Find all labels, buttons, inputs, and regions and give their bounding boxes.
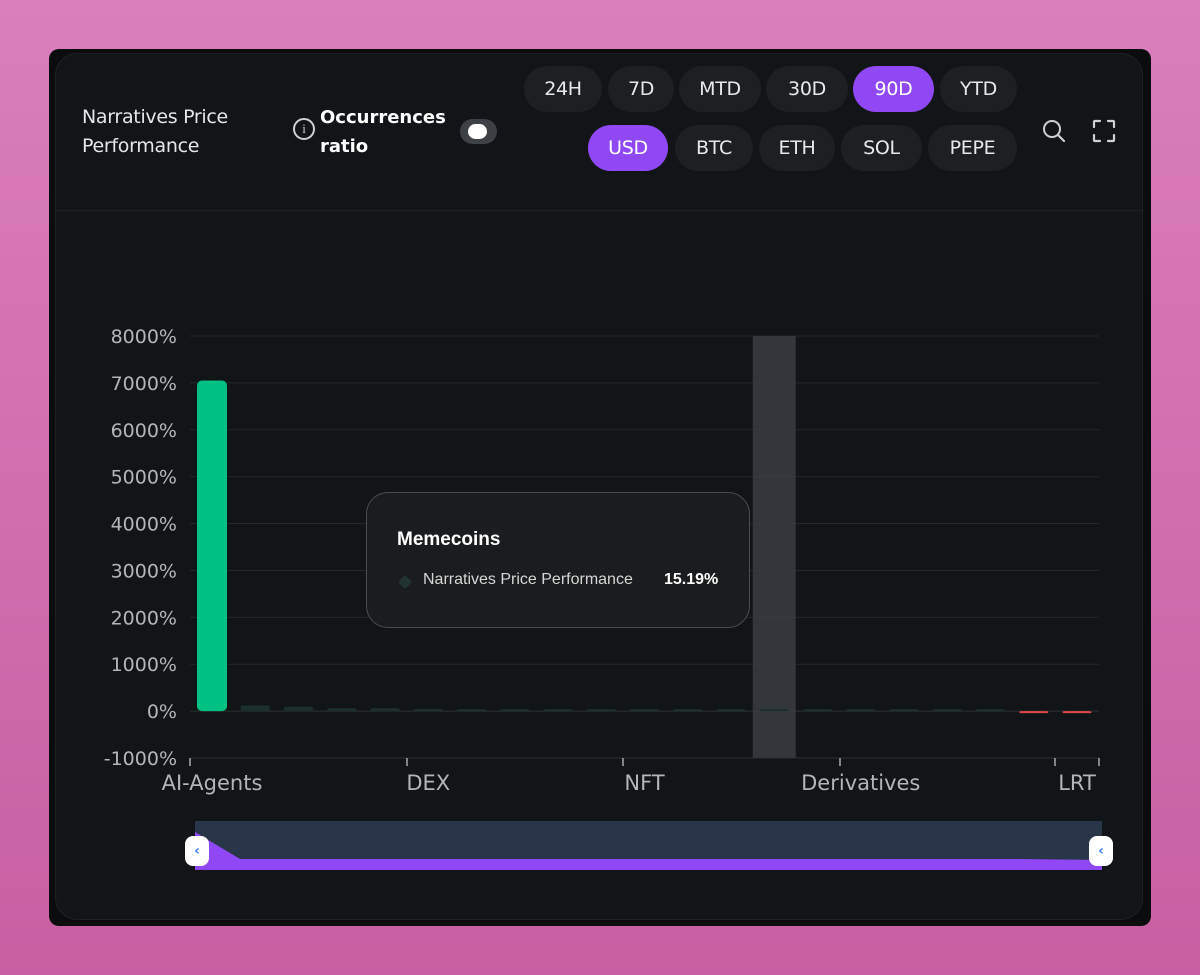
x-tick-label: Derivatives <box>801 771 920 795</box>
bar <box>413 709 443 712</box>
zoom-slider-right-handle[interactable]: ‹ <box>1089 836 1113 866</box>
bar-chart: -1000% 0% 1000% 2000% 3000% 4000% 5000% 6000% 70… <box>104 326 1102 870</box>
zoom-slider-left-handle[interactable]: ‹ <box>185 836 209 866</box>
x-tick-label: DEX <box>406 771 450 795</box>
bar <box>889 709 919 712</box>
bar <box>716 709 746 712</box>
bar <box>457 709 486 712</box>
bar <box>673 709 703 712</box>
bar <box>500 709 530 712</box>
bar <box>1019 711 1049 714</box>
y-tick-label: 0% <box>147 701 177 723</box>
bar <box>976 709 1005 712</box>
tooltip-value: 15.19% <box>664 571 719 588</box>
bar <box>543 709 573 712</box>
y-tick-label: 6000% <box>111 420 177 442</box>
bar <box>284 706 313 712</box>
y-tick-label: -1000% <box>104 748 177 770</box>
y-tick-label: 4000% <box>111 514 177 536</box>
y-tick-label: 1000% <box>111 654 177 676</box>
bar <box>327 708 357 712</box>
bar <box>197 380 227 712</box>
y-tick-label: 8000% <box>111 326 177 348</box>
tooltip-category: Memecoins <box>397 529 501 550</box>
y-tick-label: 3000% <box>111 560 177 582</box>
bar <box>759 709 789 712</box>
y-tick-label: 5000% <box>111 467 177 489</box>
x-tick-label: AI-Agents <box>162 771 263 795</box>
y-tick-label: 7000% <box>111 373 177 395</box>
bar <box>932 709 962 712</box>
bar <box>630 709 659 712</box>
x-tick-label: NFT <box>624 771 664 795</box>
bar <box>1062 711 1092 714</box>
tooltip-series-label: Narratives Price Performance <box>423 571 633 588</box>
bar <box>240 705 270 712</box>
chart-tooltip: Memecoins Narratives Price Performance 1… <box>366 492 750 628</box>
x-tick-label: LRT <box>1058 771 1096 795</box>
bar <box>846 709 876 712</box>
hover-highlight-band <box>752 336 796 758</box>
bar <box>370 708 400 712</box>
bar <box>586 709 616 712</box>
y-tick-label: 2000% <box>111 607 177 629</box>
bar <box>803 709 832 712</box>
tooltip-series-marker <box>397 574 413 590</box>
